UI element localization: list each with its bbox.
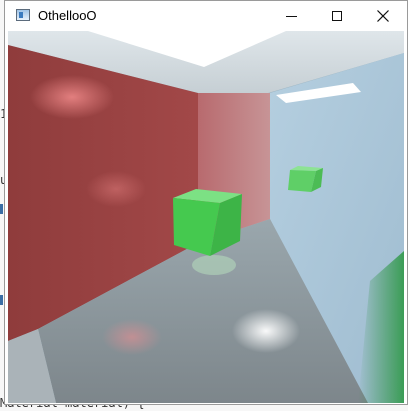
maximize-icon	[332, 11, 342, 21]
floor-reflection	[192, 255, 236, 275]
close-button[interactable]	[360, 1, 406, 31]
floor-reflection	[232, 309, 300, 353]
app-window-icon	[16, 9, 30, 21]
minimize-button[interactable]	[268, 1, 314, 31]
left-wall-highlight	[86, 171, 146, 207]
3d-viewport[interactable]	[8, 31, 404, 403]
app-window: OthellooO	[4, 0, 408, 405]
editor-gutter-marker	[0, 295, 3, 305]
window-title: OthellooO	[38, 8, 97, 23]
cornell-box-scene	[8, 31, 404, 403]
maximize-button[interactable]	[314, 1, 360, 31]
floor-reflection	[102, 319, 162, 355]
left-wall-highlight	[30, 75, 114, 119]
small-green-cube[interactable]	[288, 166, 323, 192]
editor-gutter-marker	[0, 204, 3, 214]
minimize-icon	[285, 15, 297, 17]
close-icon	[377, 10, 389, 22]
title-bar[interactable]: OthellooO	[5, 1, 407, 31]
